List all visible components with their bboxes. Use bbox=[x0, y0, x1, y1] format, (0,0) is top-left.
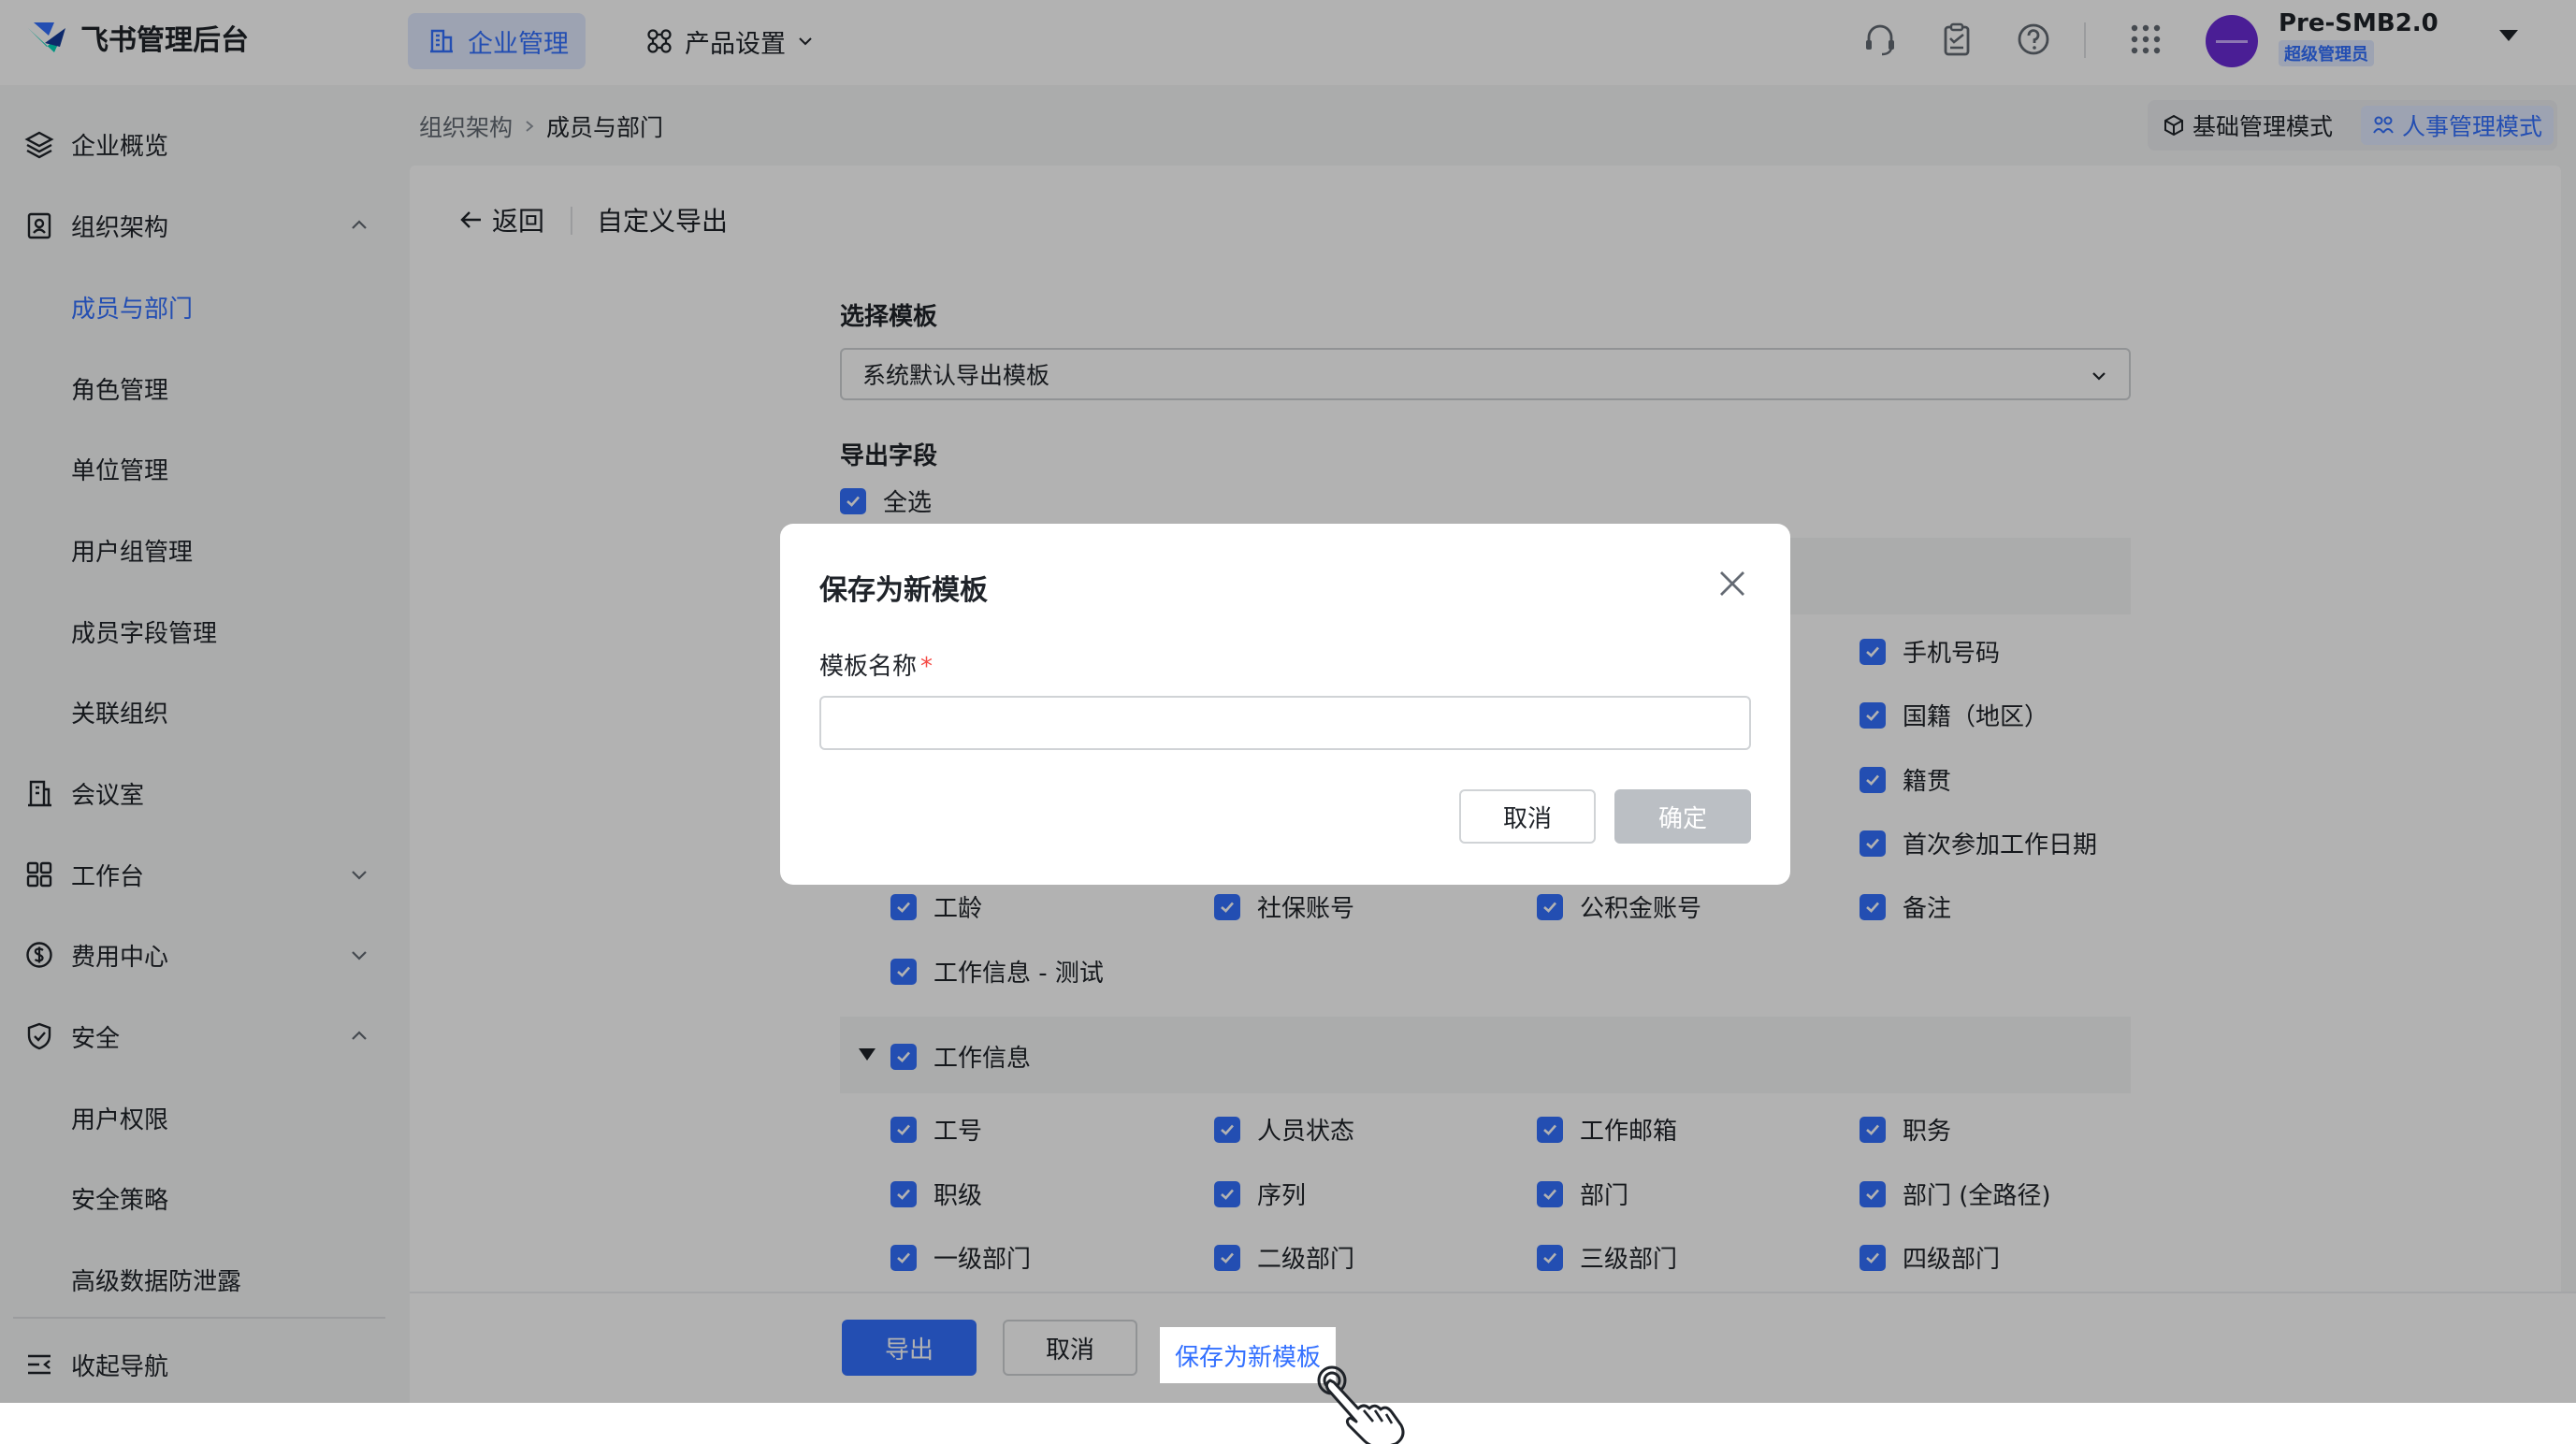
admin-console: 飞书管理后台 企业管理 产品设置 Pre-SMB2.0 超级管理员 企业概览 组… bbox=[0, 0, 2576, 1403]
hand-pointer-cursor-icon bbox=[1317, 1365, 1405, 1444]
dialog-cancel-button[interactable]: 取消 bbox=[1459, 789, 1596, 844]
template-name-input[interactable] bbox=[819, 696, 1751, 750]
dialog-title: 保存为新模板 bbox=[819, 574, 988, 607]
required-mark: * bbox=[920, 653, 933, 681]
template-name-label-text: 模板名称 bbox=[819, 653, 918, 681]
close-icon[interactable] bbox=[1715, 567, 1749, 600]
template-name-label: 模板名称 * bbox=[819, 647, 933, 682]
save-template-dialog: 保存为新模板 模板名称 * 取消 确定 bbox=[780, 524, 1790, 885]
dialog-confirm-button[interactable]: 确定 bbox=[1614, 789, 1751, 844]
